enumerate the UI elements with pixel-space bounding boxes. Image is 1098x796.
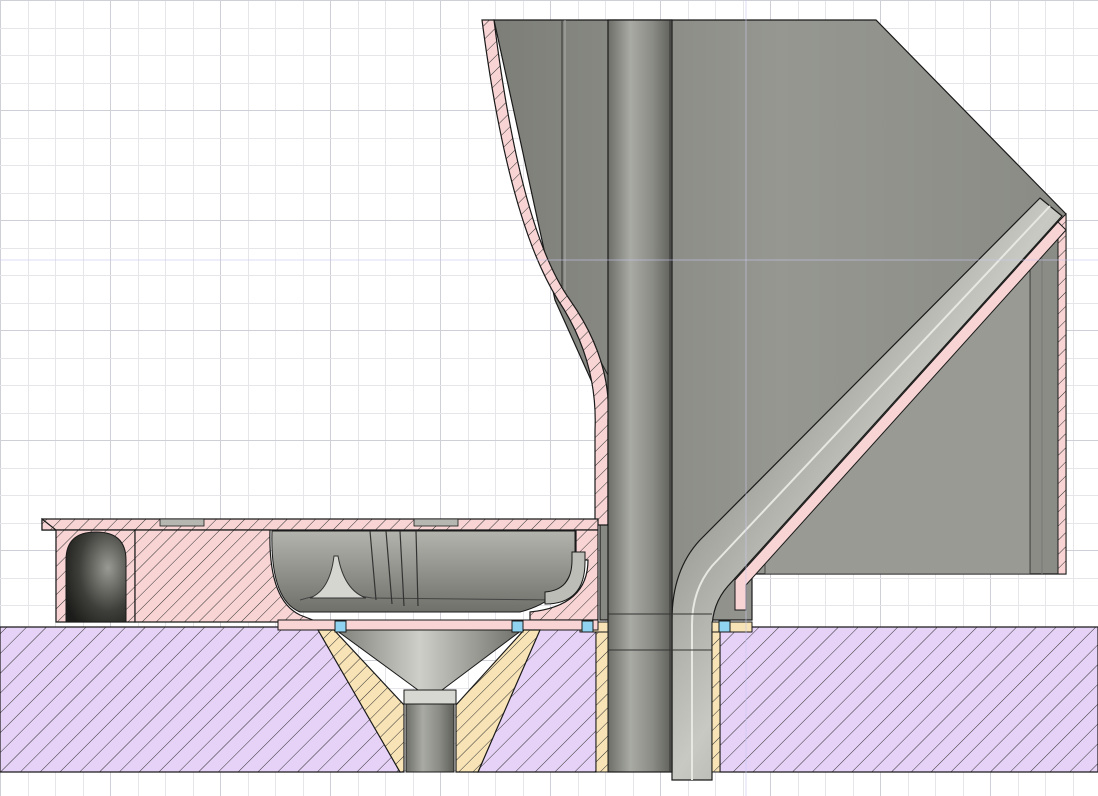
- base-plate[interactable]: [0, 626, 1098, 773]
- seal-marker: [718, 620, 731, 633]
- impeller[interactable]: [271, 530, 586, 613]
- section-drawing: [0, 0, 1098, 796]
- seal-marker: [581, 620, 594, 633]
- seal-marker: [511, 620, 524, 633]
- seal-marker: [334, 620, 347, 633]
- cad-viewport[interactable]: [0, 0, 1098, 796]
